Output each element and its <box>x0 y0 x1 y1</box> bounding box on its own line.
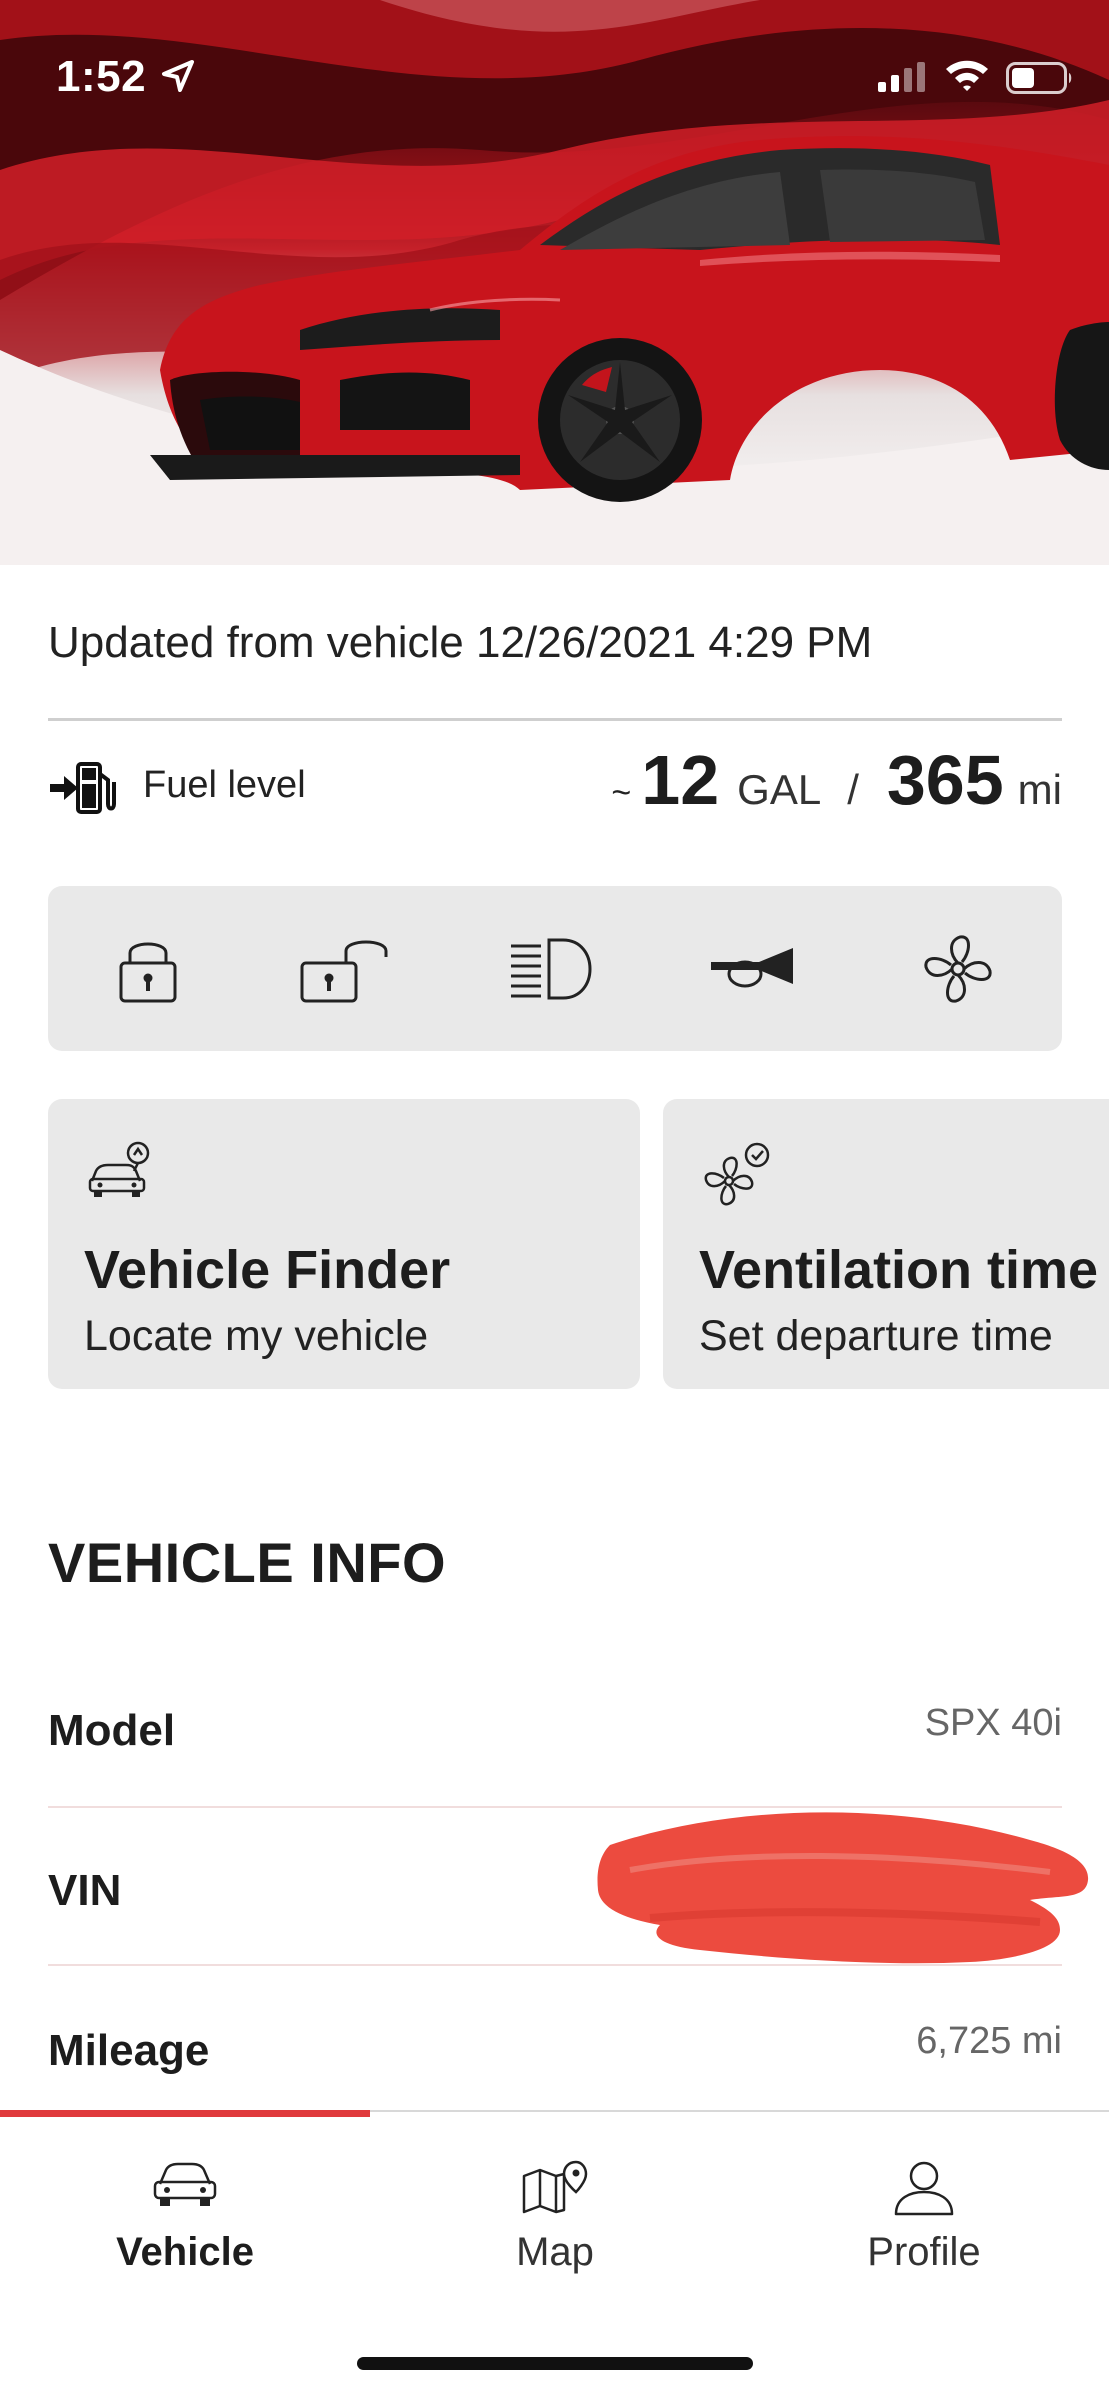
fuel-pump-icon <box>50 762 116 814</box>
fuel-range: 365 <box>886 741 1004 819</box>
map-icon <box>522 2160 588 2214</box>
fuel-level-row: Fuel level ~ 12 GAL / 365 mi <box>48 740 1062 840</box>
active-tab-indicator <box>0 2110 370 2117</box>
model-label: Model <box>48 1706 176 1755</box>
approx-symbol: ~ <box>611 774 632 812</box>
tab-profile[interactable]: Profile <box>739 2150 1109 2290</box>
vin-label: VIN <box>48 1866 122 1915</box>
fuel-gallons: 12 <box>641 741 720 819</box>
remote-controls-panel <box>48 886 1062 1051</box>
mileage-label: Mileage <box>48 2026 210 2075</box>
headlights-button[interactable] <box>462 886 642 1051</box>
lock-icon <box>119 942 177 1002</box>
cellular-signal-icon <box>878 62 925 92</box>
ventilation-time-subtitle: Set departure time <box>699 1312 1053 1360</box>
ventilation-time-card[interactable]: Ventilation time Set departure time <box>663 1099 1109 1389</box>
car-icon <box>153 2162 217 2206</box>
home-indicator <box>357 2357 753 2370</box>
fan-icon <box>924 934 992 1003</box>
divider <box>48 1964 1062 1966</box>
tab-map[interactable]: Map <box>370 2150 740 2290</box>
vehicle-finder-card[interactable]: Vehicle Finder Locate my vehicle <box>48 1099 640 1389</box>
vin-redaction <box>597 1812 1089 1964</box>
info-row-mileage: Mileage 6,725 mi <box>48 2000 1062 2150</box>
fuel-level-label: Fuel level <box>143 764 306 806</box>
vehicle-info-heading: VEHICLE INFO <box>48 1531 447 1594</box>
horn-icon <box>711 947 793 987</box>
unlock-icon <box>300 940 388 1002</box>
tab-vehicle-label: Vehicle <box>116 2230 254 2274</box>
last-updated-text: Updated from vehicle 12/26/2021 4:29 PM <box>48 618 873 667</box>
hero-image: 1:52 <box>0 0 1109 565</box>
tab-map-label: Map <box>516 2230 594 2274</box>
tab-profile-label: Profile <box>867 2230 981 2274</box>
model-value: SPX 40i <box>924 1702 1062 1744</box>
fan-clock-icon <box>704 1142 770 1206</box>
lock-button[interactable] <box>58 886 238 1051</box>
battery-icon <box>1006 62 1072 94</box>
horn-button[interactable] <box>664 886 844 1051</box>
fuel-gallons-unit: GAL <box>737 766 822 813</box>
car-locate-icon <box>88 1141 150 1197</box>
fuel-values: ~ 12 GAL / 365 mi <box>611 740 1062 840</box>
ventilation-button[interactable] <box>868 886 1048 1051</box>
status-bar: 1:52 <box>0 0 1109 150</box>
mileage-value: 6,725 mi <box>916 2020 1062 2062</box>
vehicle-finder-subtitle: Locate my vehicle <box>84 1312 429 1360</box>
tab-vehicle[interactable]: Vehicle <box>0 2150 370 2290</box>
unlock-button[interactable] <box>256 886 436 1051</box>
profile-icon <box>894 2161 954 2216</box>
fuel-separator: / <box>847 766 859 813</box>
headlight-icon <box>511 938 592 999</box>
status-time: 1:52 <box>56 52 147 101</box>
location-arrow-icon <box>162 60 194 92</box>
ventilation-time-title: Ventilation time <box>699 1240 1099 1300</box>
fuel-range-unit: mi <box>1017 766 1062 813</box>
divider <box>48 718 1062 721</box>
wifi-icon <box>946 60 988 91</box>
vehicle-finder-title: Vehicle Finder <box>84 1240 451 1300</box>
